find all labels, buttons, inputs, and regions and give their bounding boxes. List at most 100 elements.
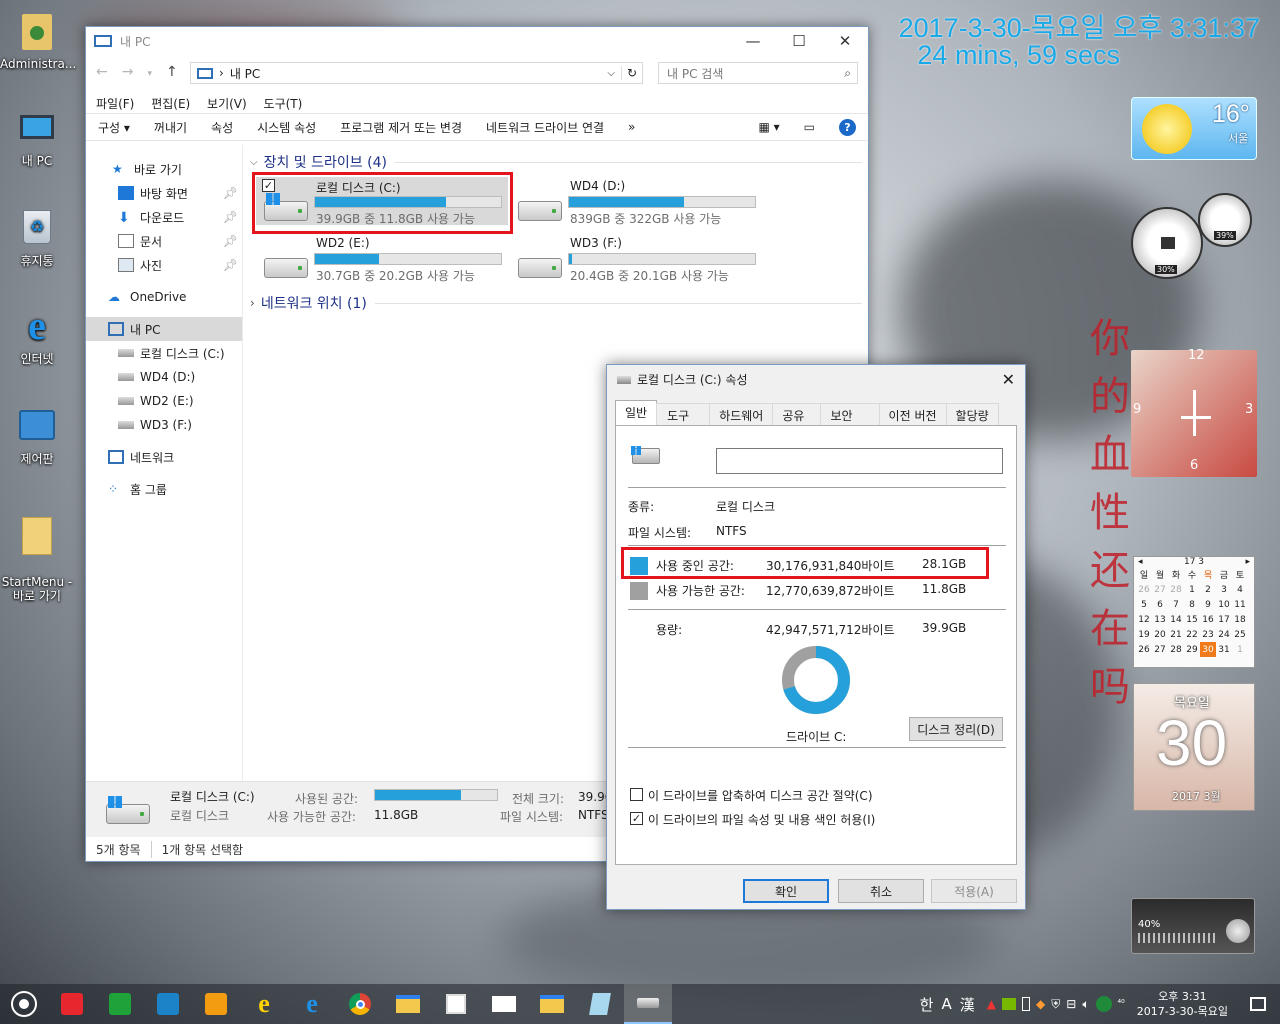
nav-network[interactable]: 네트워크 xyxy=(86,445,242,469)
taskbar-app-logoff[interactable] xyxy=(144,984,192,1024)
address-bar[interactable]: › 내 PC ⌵ ↻ xyxy=(190,62,643,84)
volume-gadget[interactable]: 40% xyxy=(1131,898,1255,954)
search-input[interactable]: 내 PC 검색 xyxy=(667,65,723,82)
calendar-day[interactable]: 13 xyxy=(1152,612,1168,627)
calendar-day[interactable]: 4 xyxy=(1232,582,1248,597)
ime-hanja[interactable]: 漢 xyxy=(960,994,975,1015)
forward-arrow-icon[interactable]: → xyxy=(122,64,148,80)
explorer-titlebar[interactable]: 내 PC — ☐ ✕ xyxy=(86,27,868,55)
nav-this-pc[interactable]: 내 PC xyxy=(86,317,242,341)
calendar-day[interactable]: 21 xyxy=(1168,627,1184,642)
index-checkbox[interactable]: ✓ xyxy=(630,812,643,825)
calendar-day[interactable]: 1 xyxy=(1184,582,1200,597)
nav-drive-d[interactable]: WD4 (D:) xyxy=(86,365,242,389)
desktop-icon-internet[interactable]: e 인터넷 xyxy=(0,303,74,367)
taskbar-app-restart[interactable] xyxy=(96,984,144,1024)
system-properties-button[interactable]: 시스템 속성 xyxy=(245,119,328,136)
calendar-day[interactable]: 5 xyxy=(1136,597,1152,612)
calendar-day[interactable]: 10 xyxy=(1216,597,1232,612)
tab-tools[interactable]: 도구 xyxy=(656,403,711,425)
taskbar-app-sleep[interactable] xyxy=(192,984,240,1024)
up-arrow-icon[interactable]: ↑ xyxy=(166,64,192,80)
index-label[interactable]: 이 드라이브의 파일 속성 및 내용 색인 허용(I) xyxy=(648,811,875,828)
nav-onedrive[interactable]: ☁ OneDrive xyxy=(86,285,242,309)
calendar-day[interactable]: 7 xyxy=(1168,597,1184,612)
organize-button[interactable]: 구성 ▾ xyxy=(86,119,142,136)
volume-tray-icon[interactable]: 🔈︎ xyxy=(1082,997,1089,1012)
address-dropdown-icon[interactable]: ⌵ xyxy=(607,68,615,79)
view-options-icon[interactable]: ▦ ▾ xyxy=(746,120,791,134)
usb-icon[interactable] xyxy=(1022,997,1030,1011)
compress-label[interactable]: 이 드라이브를 압축하여 디스크 공간 절약(C) xyxy=(648,787,873,804)
volume-label-input[interactable] xyxy=(716,448,1003,474)
calendar-day[interactable]: 12 xyxy=(1136,612,1152,627)
nav-homegroup[interactable]: ⁘ 홈 그룹 xyxy=(86,477,242,501)
calendar-day[interactable]: 23 xyxy=(1200,627,1216,642)
calendar-day[interactable]: 16 xyxy=(1200,612,1216,627)
drive-tile-f[interactable]: WD3 (F:) 20.4GB 중 20.1GB 사용 가능 xyxy=(510,234,762,283)
taskbar-app-explorer[interactable] xyxy=(384,984,432,1024)
desktop-icon-startmenu[interactable]: StartMenu - 바로 가기 xyxy=(0,500,74,617)
group-header-network[interactable]: › 네트워크 위치 (1) xyxy=(250,293,862,313)
dialog-titlebar[interactable]: 로컬 디스크 (C:) 속성 xyxy=(617,371,748,388)
next-month-icon[interactable]: ▸ xyxy=(1245,557,1250,567)
taskbar-app-notes[interactable] xyxy=(576,984,624,1024)
calendar-day[interactable]: 11 xyxy=(1232,597,1248,612)
tab-hardware[interactable]: 하드웨어 xyxy=(709,403,774,425)
menu-view[interactable]: 보기(V) xyxy=(207,97,247,111)
uninstall-button[interactable]: 프로그램 제거 또는 변경 xyxy=(328,119,474,136)
menu-file[interactable]: 파일(F) xyxy=(96,97,134,111)
drive-tile-d[interactable]: WD4 (D:) 839GB 중 322GB 사용 가능 xyxy=(510,177,762,226)
shield-icon[interactable]: ⛨ xyxy=(1051,997,1060,1012)
calendar-day[interactable]: 6 xyxy=(1152,597,1168,612)
start-button[interactable] xyxy=(0,984,48,1024)
calendar-day[interactable]: 8 xyxy=(1184,597,1200,612)
calendar-day-today[interactable]: 30 xyxy=(1200,642,1216,657)
preview-pane-icon[interactable]: ▭ xyxy=(792,120,827,134)
compress-checkbox[interactable] xyxy=(630,788,643,801)
apply-button[interactable]: 적용(A) xyxy=(931,879,1017,903)
desktop-icon-recycle-bin[interactable]: ♻ 휴지통 xyxy=(0,205,74,269)
nav-downloads[interactable]: ⬇ 다운로드 📌︎ xyxy=(86,205,242,229)
weather-gadget[interactable]: 16° 서울 xyxy=(1131,97,1257,160)
network-tray-icon[interactable]: ⊟ xyxy=(1066,997,1076,1011)
calendar-day[interactable]: 20 xyxy=(1152,627,1168,642)
calendar-day[interactable]: 18 xyxy=(1232,612,1248,627)
desktop-icon-administrator[interactable]: Administra... xyxy=(0,10,76,71)
calendar-day[interactable]: 1 xyxy=(1232,642,1248,657)
calendar-day[interactable]: 3 xyxy=(1216,582,1232,597)
nav-quick-access[interactable]: ★ 바로 가기 xyxy=(86,157,242,181)
desktop-icon-this-pc[interactable]: 내 PC xyxy=(0,105,74,169)
nav-drive-e[interactable]: WD2 (E:) xyxy=(86,389,242,413)
drive-tile-e[interactable]: WD2 (E:) 30.7GB 중 20.2GB 사용 가능 xyxy=(256,234,508,283)
calendar-day[interactable]: 17 xyxy=(1216,612,1232,627)
calendar-day[interactable]: 19 xyxy=(1136,627,1152,642)
recent-chevron-icon[interactable]: ▾ xyxy=(147,69,166,79)
calendar-day[interactable]: 15 xyxy=(1184,612,1200,627)
taskbar-app-drive[interactable] xyxy=(624,984,672,1024)
calendar-day[interactable]: 2 xyxy=(1200,582,1216,597)
back-arrow-icon[interactable]: ← xyxy=(96,64,122,80)
refresh-icon[interactable]: ↻ xyxy=(620,66,642,80)
nav-pictures[interactable]: 사진 📌︎ xyxy=(86,253,242,277)
minimize-button[interactable]: — xyxy=(730,27,776,55)
menu-tools[interactable]: 도구(T) xyxy=(264,97,303,111)
calendar-day[interactable]: 31 xyxy=(1216,642,1232,657)
prev-month-icon[interactable]: ◂ xyxy=(1138,557,1143,567)
nav-drive-f[interactable]: WD3 (F:) xyxy=(86,413,242,437)
calendar-day[interactable]: 22 xyxy=(1184,627,1200,642)
eject-button[interactable]: 꺼내기 xyxy=(142,119,199,136)
taskbar-clock[interactable]: 오후 3:31 2017-3-30-목요일 xyxy=(1137,989,1228,1019)
tray-app-icon[interactable]: ⁴⁰ xyxy=(1118,999,1125,1009)
more-commands-button[interactable]: » xyxy=(616,120,647,134)
taskbar-app-edge[interactable]: e xyxy=(288,984,336,1024)
breadcrumb[interactable]: 내 PC xyxy=(230,65,260,82)
maximize-button[interactable]: ☐ xyxy=(776,27,822,55)
calendar-day[interactable]: 9 xyxy=(1200,597,1216,612)
nav-documents[interactable]: 문서 📌︎ xyxy=(86,229,242,253)
cancel-button[interactable]: 취소 xyxy=(838,879,924,903)
calendar-day[interactable]: 28 xyxy=(1168,582,1184,597)
properties-button[interactable]: 속성 xyxy=(199,119,245,136)
calendar-day[interactable]: 27 xyxy=(1152,642,1168,657)
calendar-day[interactable]: 27 xyxy=(1152,582,1168,597)
